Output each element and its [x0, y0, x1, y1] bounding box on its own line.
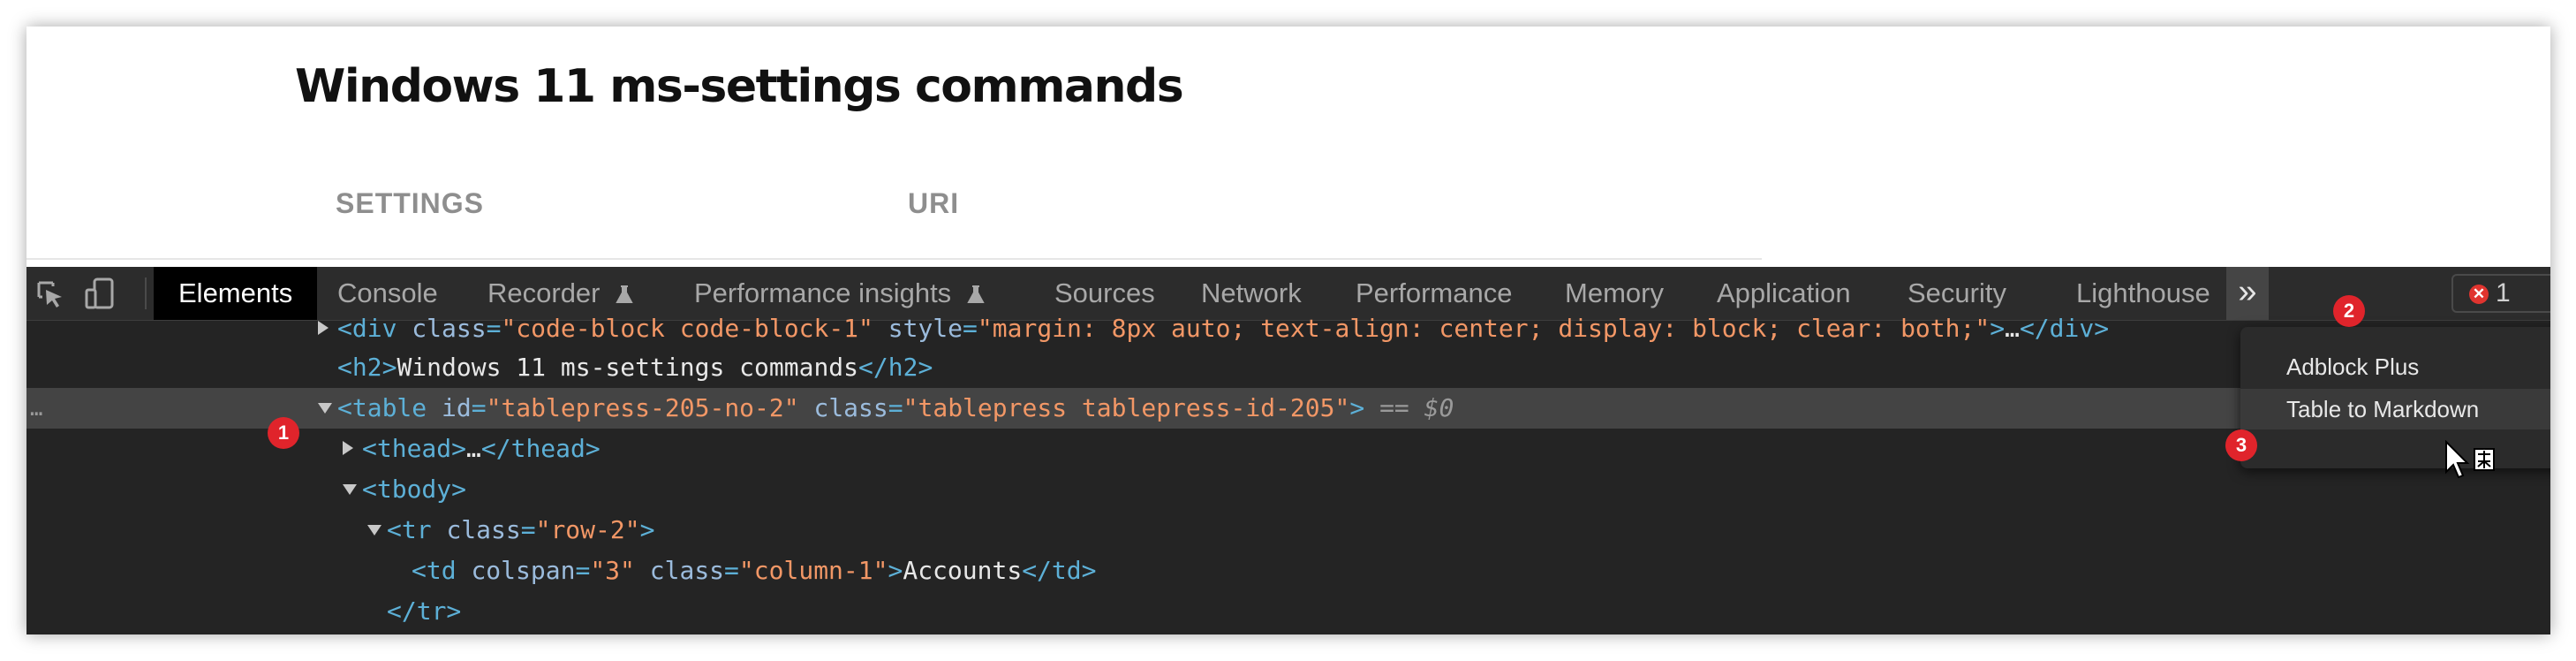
code-token: </h2> — [858, 353, 933, 382]
code-token: "row-2" — [535, 515, 640, 544]
mouse-cursor-icon — [2445, 440, 2495, 479]
dom-node-div[interactable]: <div class="code-block code-block-1" sty… — [26, 308, 2550, 349]
dom-node-h2[interactable]: <h2>Windows 11 ms-settings commands</h2> — [26, 347, 2550, 388]
code-token: = — [724, 556, 739, 585]
devtools-panel: Elements Console Recorder Performance in… — [26, 267, 2550, 634]
code-token: = — [888, 393, 903, 422]
code-token: "tablepress tablepress-id-205" — [903, 393, 1350, 422]
dom-node-thead[interactable]: <thead>…</thead> — [26, 429, 2550, 469]
code-token: <tbody> — [362, 475, 467, 504]
code-token: = — [575, 556, 591, 585]
code-token: = — [471, 393, 487, 422]
dom-node-table-selected[interactable]: … <table id="tablepress-205-no-2" class=… — [26, 388, 2550, 429]
dom-node-text: <tr class="row-2"> — [387, 510, 654, 551]
dom-node-text: <thead>…</thead> — [362, 429, 601, 469]
code-token: "code-block code-block-1" — [501, 314, 873, 343]
code-token: Windows 11 ms-settings commands — [397, 353, 859, 382]
dom-tree: <div class="code-block code-block-1" sty… — [26, 314, 2550, 634]
page-divider — [26, 258, 1762, 260]
more-tabs-menu: Adblock Plus Table to Markdown — [2240, 327, 2550, 468]
dom-node-tr[interactable]: <tr class="row-2"> — [26, 510, 2550, 551]
code-token: <tr — [387, 515, 447, 544]
code-token: "margin: 8px auto; text-align: center; d… — [977, 314, 1991, 343]
dom-node-tr-close[interactable]: </tr> — [26, 591, 2550, 632]
dom-node-text: <tbody> — [362, 469, 466, 510]
code-token: "3" — [590, 556, 635, 585]
code-token: </td> — [1022, 556, 1097, 585]
tab-performance-insights-label: Performance insights — [694, 277, 952, 308]
tab-recorder-label: Recorder — [487, 277, 601, 308]
step-badge-2: 2 — [2333, 295, 2365, 327]
code-token: > — [1990, 314, 2006, 343]
step-badge-1: 1 — [268, 417, 299, 449]
dom-node-text: <h2>Windows 11 ms-settings commands</h2> — [337, 347, 933, 388]
code-token: style — [873, 314, 963, 343]
step-badge-3: 3 — [2225, 429, 2257, 461]
dom-node-td[interactable]: <td colspan="3" class="column-1">Account… — [26, 551, 2550, 591]
dom-node-text: <div class="code-block code-block-1" sty… — [337, 308, 2109, 349]
dom-node-tbody[interactable]: <tbody> — [26, 469, 2550, 510]
code-token: class — [798, 393, 888, 422]
menu-item-adblock-plus[interactable]: Adblock Plus — [2240, 346, 2550, 387]
code-token: </thead> — [480, 434, 601, 463]
collapse-arrow-icon[interactable] — [318, 403, 332, 414]
error-counter-button[interactable]: ✕ 1 — [2451, 274, 2550, 313]
flask-icon — [616, 285, 633, 303]
dom-node-text: <table id="tablepress-205-no-2" class="t… — [337, 388, 1454, 429]
code-token: = — [520, 515, 536, 544]
code-token: <h2> — [337, 353, 397, 382]
code-token: "column-1" — [738, 556, 888, 585]
code-token: = — [486, 314, 502, 343]
menu-item-table-to-markdown[interactable]: Table to Markdown — [2240, 389, 2550, 429]
code-token: id — [442, 393, 472, 422]
collapse-arrow-icon[interactable] — [343, 484, 357, 495]
code-token: > — [639, 515, 655, 544]
code-token: … — [2005, 314, 2020, 343]
code-token: == $0 — [1364, 393, 1454, 422]
device-toolbar-icon[interactable] — [83, 276, 118, 311]
node-actions-handle[interactable]: … — [30, 388, 42, 429]
table-header-uri: URI — [908, 187, 960, 219]
code-token: > — [888, 556, 903, 585]
expand-arrow-icon[interactable] — [343, 441, 353, 455]
code-token: "tablepress-205-no-2" — [486, 393, 799, 422]
code-token: <thead> — [362, 434, 467, 463]
code-token: <td — [412, 556, 472, 585]
code-token: = — [963, 314, 978, 343]
table-header-settings: SETTINGS — [336, 187, 485, 219]
code-token: </tr> — [387, 596, 462, 626]
collapse-arrow-icon[interactable] — [367, 525, 381, 536]
expand-arrow-icon[interactable] — [318, 321, 329, 335]
dom-node-text: </tr> — [387, 591, 461, 632]
code-token: class — [634, 556, 725, 585]
error-count: 1 — [2496, 278, 2511, 308]
code-token: > — [1349, 393, 1365, 422]
code-token: class — [446, 515, 521, 544]
code-token: class — [412, 314, 487, 343]
dom-node-text: <td colspan="3" class="column-1">Account… — [412, 551, 1097, 591]
inspect-element-icon[interactable] — [32, 276, 67, 311]
browser-window: Windows 11 ms-settings commands SETTINGS… — [26, 27, 2550, 634]
code-token: <div — [337, 314, 412, 343]
page-title: Windows 11 ms-settings commands — [295, 60, 1184, 113]
code-token: </div> — [2019, 314, 2110, 343]
flask-icon — [967, 285, 985, 303]
code-token: Accounts — [903, 556, 1023, 585]
code-token: <table — [337, 393, 442, 422]
code-token: colspan — [471, 556, 576, 585]
code-token: … — [466, 434, 481, 463]
toolbar-separator — [145, 277, 147, 309]
error-icon: ✕ — [2469, 285, 2489, 304]
